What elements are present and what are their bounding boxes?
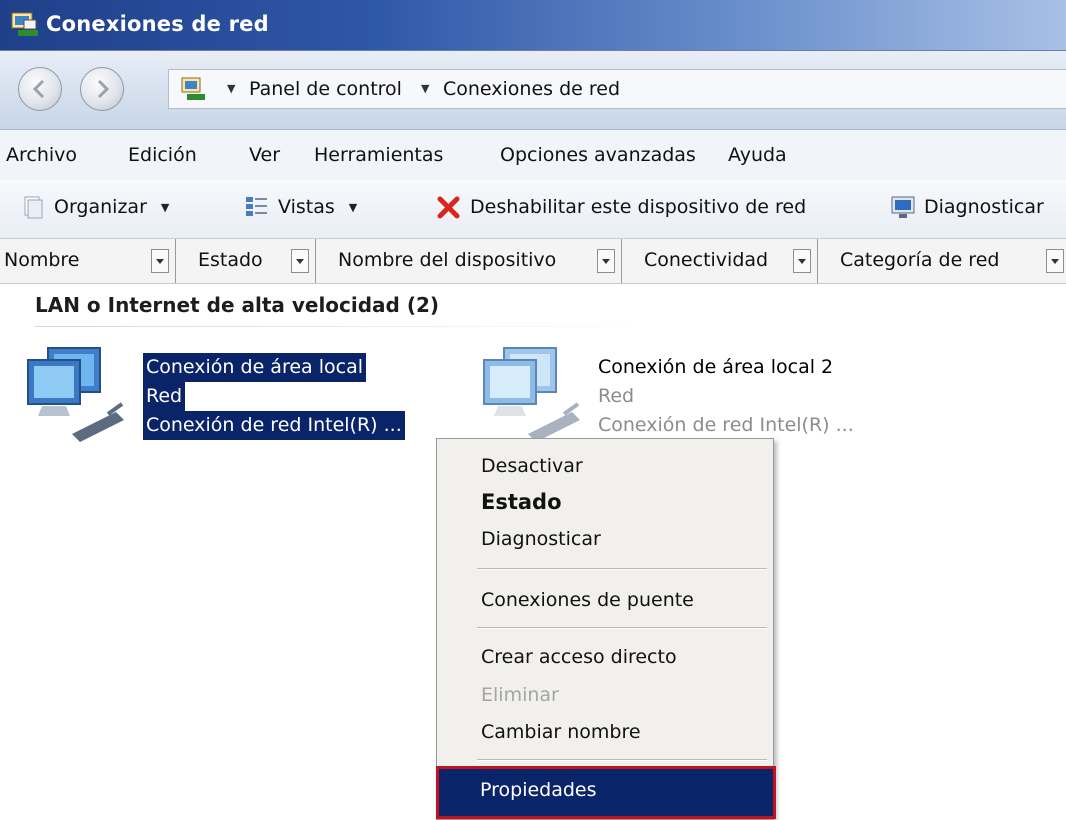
- disable-device-label: Deshabilitar este dispositivo de red: [470, 196, 807, 218]
- connection-item-1[interactable]: Conexión de área local Red Conexión de r…: [143, 353, 405, 440]
- menu-item-status[interactable]: Estado: [481, 490, 562, 514]
- menu-item-disable[interactable]: Desactivar: [481, 455, 583, 477]
- column-header-status[interactable]: Estado: [176, 239, 316, 283]
- menu-help[interactable]: Ayuda: [728, 144, 787, 166]
- column-header-status-label: Estado: [198, 249, 263, 271]
- organize-dropdown-icon: ▼: [160, 200, 170, 214]
- menu-item-create-shortcut[interactable]: Crear acceso directo: [481, 646, 677, 668]
- toolbar: Organizar ▼ Vistas ▼ Deshabilitar este d…: [0, 180, 1066, 239]
- menu-view[interactable]: Ver: [249, 144, 280, 166]
- column-header-name[interactable]: Nombre: [0, 239, 176, 283]
- address-field[interactable]: ▼ Panel de control ▼ Conexiones de red: [168, 69, 1066, 109]
- connection-network: Red: [143, 382, 186, 411]
- organize-label: Organizar: [54, 196, 147, 218]
- views-label: Vistas: [278, 196, 335, 218]
- column-header-device-label: Nombre del dispositivo: [338, 249, 557, 271]
- connection-device: Conexión de red Intel(R) ...: [598, 414, 854, 436]
- menu-file[interactable]: Archivo: [6, 144, 77, 166]
- address-bar: ▼ Panel de control ▼ Conexiones de red: [0, 51, 1066, 130]
- menu-item-delete: Eliminar: [481, 684, 559, 706]
- diagnose-label: Diagnosticar: [924, 196, 1044, 218]
- group-header: LAN o Internet de alta velocidad (2): [35, 293, 440, 317]
- menu-item-properties[interactable]: Propiedades: [480, 779, 597, 801]
- diagnose-button[interactable]: Diagnosticar: [890, 194, 1044, 220]
- menu-separator: [477, 759, 767, 761]
- context-menu: Desactivar Estado Diagnosticar Conexione…: [436, 438, 776, 820]
- views-icon: [246, 197, 267, 216]
- connection-network: Red: [598, 385, 635, 407]
- column-header-connectivity-label: Conectividad: [644, 249, 769, 271]
- column-dropdown-icon[interactable]: [1046, 249, 1064, 273]
- menu-bar: Archivo Edición Ver Herramientas Opcione…: [0, 130, 1066, 180]
- column-dropdown-icon[interactable]: [597, 249, 615, 273]
- network-computer-icon[interactable]: [22, 342, 132, 442]
- breadcrumb-network-connections[interactable]: Conexiones de red: [443, 78, 620, 100]
- connection-name: Conexión de área local 2: [598, 356, 834, 378]
- column-header-row: Nombre Estado Nombre del dispositivo Con…: [0, 239, 1066, 284]
- column-header-category-label: Categoría de red: [840, 249, 1000, 271]
- column-header-category[interactable]: Categoría de red: [818, 239, 1066, 283]
- menu-item-bridge[interactable]: Conexiones de puente: [481, 589, 694, 611]
- breadcrumb-control-panel[interactable]: Panel de control: [249, 78, 402, 100]
- forward-button[interactable]: [80, 67, 124, 111]
- column-header-name-label: Nombre: [4, 249, 80, 271]
- diagnose-icon: [891, 196, 915, 218]
- connection-item-2[interactable]: Conexión de área local 2 Red Conexión de…: [598, 353, 854, 440]
- menu-separator: [477, 568, 767, 570]
- menu-tools[interactable]: Herramientas: [314, 144, 443, 166]
- column-dropdown-icon[interactable]: [151, 249, 169, 273]
- back-button[interactable]: [18, 67, 62, 111]
- views-button[interactable]: Vistas ▼: [244, 194, 357, 220]
- red-x-icon: [437, 196, 460, 219]
- menu-item-rename[interactable]: Cambiar nombre: [481, 721, 641, 743]
- menu-advanced[interactable]: Opciones avanzadas: [500, 144, 696, 166]
- window-title: Conexiones de red: [46, 12, 269, 36]
- disable-device-button[interactable]: Deshabilitar este dispositivo de red: [436, 194, 806, 220]
- column-header-device[interactable]: Nombre del dispositivo: [316, 239, 622, 283]
- title-bar: Conexiones de red: [0, 0, 1066, 51]
- forward-arrow-icon: [97, 79, 110, 99]
- column-dropdown-icon[interactable]: [793, 249, 811, 273]
- views-dropdown-icon: ▼: [348, 200, 358, 214]
- menu-edit[interactable]: Edición: [128, 144, 197, 166]
- breadcrumb-arrow-icon: ▼: [421, 82, 430, 95]
- menu-separator: [477, 627, 767, 629]
- column-dropdown-icon[interactable]: [291, 249, 309, 273]
- network-connections-icon: [11, 12, 38, 36]
- menu-item-properties-highlight[interactable]: Propiedades: [436, 766, 776, 819]
- group-divider: [35, 326, 655, 327]
- connection-name: Conexión de área local: [143, 353, 366, 382]
- control-panel-icon: [181, 77, 205, 100]
- column-header-connectivity[interactable]: Conectividad: [622, 239, 818, 283]
- network-computer-icon[interactable]: [478, 342, 588, 442]
- breadcrumb-arrow-icon: ▼: [227, 82, 236, 95]
- back-arrow-icon: [32, 79, 45, 99]
- menu-item-diagnose[interactable]: Diagnosticar: [481, 528, 601, 550]
- organize-button[interactable]: Organizar ▼: [20, 194, 169, 220]
- connection-device: Conexión de red Intel(R) ...: [143, 411, 405, 440]
- organize-icon: [24, 196, 43, 219]
